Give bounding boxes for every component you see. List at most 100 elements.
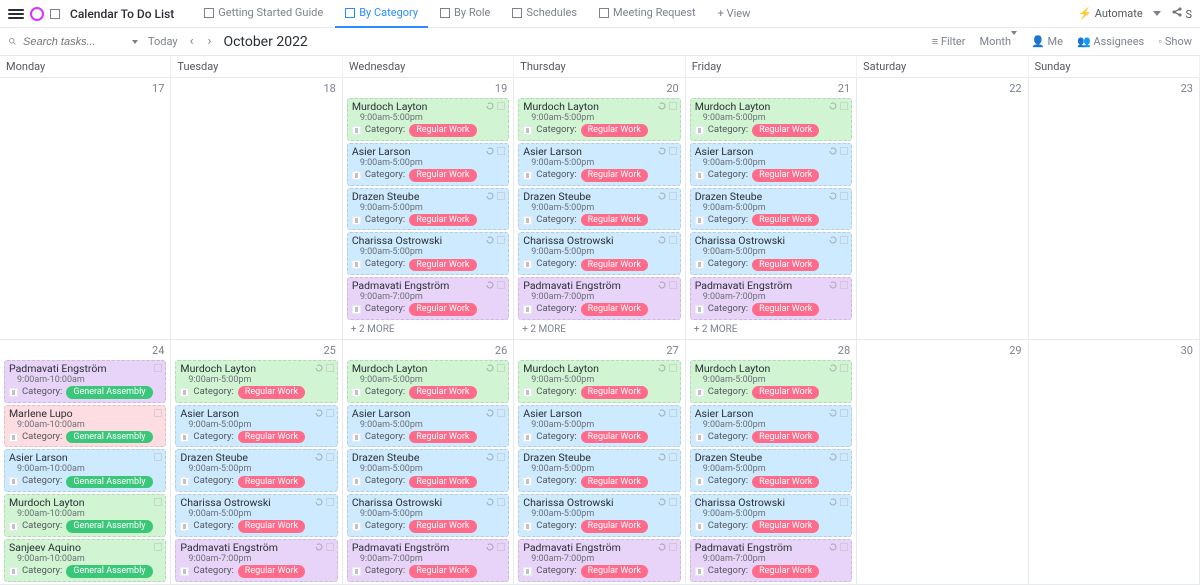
- category-label: Category:: [365, 476, 405, 487]
- calendar-event[interactable]: Padmavati Engström9:00am-7:00pmCategory:…: [347, 539, 509, 582]
- chevron-down-icon[interactable]: [132, 40, 138, 44]
- expand-icon: [154, 409, 162, 417]
- day-cell[interactable]: 17: [0, 78, 171, 340]
- tab-by-category[interactable]: By Category: [335, 0, 428, 28]
- day-cell[interactable]: 29: [857, 340, 1028, 585]
- more-events-button[interactable]: + 2 MORE: [690, 322, 852, 337]
- category-label: Category:: [365, 432, 405, 443]
- expand-icon: [840, 409, 848, 417]
- calendar-event[interactable]: Padmavati Engström9:00am-7:00pmCategory:…: [518, 277, 680, 320]
- calendar-event[interactable]: Padmavati Engström9:00am-7:00pmCategory:…: [518, 539, 680, 582]
- tab-meeting-request[interactable]: Meeting Request: [589, 0, 706, 28]
- day-cell[interactable]: 28 Murdoch Layton9:00am-5:00pmCategory:R…: [686, 340, 857, 585]
- recur-icon: [486, 236, 494, 244]
- event-title: Drazen Steube: [180, 452, 332, 464]
- day-cell[interactable]: 18: [171, 78, 342, 340]
- calendar-event[interactable]: Asier Larson 9:00am-5:00pm Category:Regu…: [347, 143, 509, 186]
- calendar-event[interactable]: Asier Larson9:00am-5:00pmCategory:Regula…: [690, 143, 852, 186]
- calendar-event[interactable]: Drazen Steube9:00am-5:00pmCategory:Regul…: [690, 449, 852, 492]
- event-time: 9:00am-5:00pm: [695, 464, 847, 474]
- day-cell[interactable]: 27 Murdoch Layton9:00am-5:00pmCategory:R…: [514, 340, 685, 585]
- tab-label: Schedules: [526, 6, 577, 19]
- event-time: 9:00am-5:00pm: [523, 203, 675, 213]
- calendar-event[interactable]: Padmavati Engström 9:00am-7:00pm Categor…: [347, 277, 509, 320]
- calendar-event[interactable]: Murdoch Layton9:00am-5:00pmCategory:Regu…: [690, 360, 852, 403]
- day-header: Friday: [686, 56, 857, 78]
- calendar-event[interactable]: Asier Larson9:00am-5:00pmCategory:Regula…: [347, 405, 509, 448]
- day-cell[interactable]: 25 Murdoch Layton9:00am-5:00pmCategory:R…: [171, 340, 342, 585]
- month-select[interactable]: Month: [979, 35, 1017, 48]
- event-time: 9:00am-7:00pm: [352, 292, 504, 302]
- share-button[interactable]: S: [1171, 6, 1192, 21]
- menu-icon[interactable]: [8, 6, 24, 22]
- calendar-event[interactable]: Asier Larson9:00am-5:00pmCategory:Regula…: [175, 405, 337, 448]
- day-cell[interactable]: 20 Murdoch Layton9:00am-5:00pmCategory:R…: [514, 78, 685, 340]
- calendar-event[interactable]: Asier Larson9:00am-5:00pmCategory:Regula…: [518, 143, 680, 186]
- calendar-event[interactable]: Charissa Ostrowski9:00am-5:00pmCategory:…: [690, 232, 852, 275]
- day-cell[interactable]: 22: [857, 78, 1028, 340]
- recur-icon: [486, 453, 494, 461]
- calendar-event[interactable]: Padmavati Engström9:00am-10:00amCategory…: [4, 360, 166, 403]
- add-view-button[interactable]: + View: [708, 7, 761, 20]
- event-time: 9:00am-7:00pm: [695, 554, 847, 564]
- recur-icon: [829, 409, 837, 417]
- calendar-event[interactable]: Charissa Ostrowski9:00am-5:00pmCategory:…: [518, 232, 680, 275]
- category-icon: [352, 260, 361, 269]
- tab-by-role[interactable]: By Role: [430, 0, 500, 28]
- calendar-event[interactable]: Murdoch Layton9:00am-5:00pmCategory:Regu…: [518, 98, 680, 141]
- share-icon: [1171, 6, 1183, 18]
- calendar-event[interactable]: Padmavati Engström9:00am-7:00pmCategory:…: [175, 539, 337, 582]
- search-input[interactable]: [21, 35, 128, 49]
- expand-icon: [669, 498, 677, 506]
- today-button[interactable]: Today: [148, 35, 178, 48]
- day-cell[interactable]: 19 Murdoch Layton 9:00am-5:00pm Category…: [343, 78, 514, 340]
- more-events-button[interactable]: + 2 MORE: [347, 322, 509, 337]
- me-filter[interactable]: 👤 Me: [1031, 35, 1063, 48]
- show-button[interactable]: ◦ Show: [1158, 35, 1192, 48]
- calendar-event[interactable]: Charissa Ostrowski9:00am-5:00pmCategory:…: [347, 494, 509, 537]
- calendar-event[interactable]: Drazen Steube9:00am-5:00pmCategory:Regul…: [175, 449, 337, 492]
- recur-icon: [829, 236, 837, 244]
- calendar-event[interactable]: Marlene Lupo9:00am-10:00amCategory:Gener…: [4, 405, 166, 448]
- calendar-event[interactable]: Murdoch Layton9:00am-5:00pmCategory:Regu…: [690, 98, 852, 141]
- calendar-event[interactable]: Murdoch Layton9:00am-10:00amCategory:Gen…: [4, 494, 166, 537]
- calendar-event[interactable]: Drazen Steube9:00am-5:00pmCategory:Regul…: [347, 449, 509, 492]
- day-cell[interactable]: 26 Murdoch Layton9:00am-5:00pmCategory:R…: [343, 340, 514, 585]
- calendar-event[interactable]: Charissa Ostrowski9:00am-5:00pmCategory:…: [518, 494, 680, 537]
- next-month-button[interactable]: ›: [206, 34, 214, 49]
- calendar-event[interactable]: Padmavati Engström9:00am-7:00pmCategory:…: [690, 539, 852, 582]
- event-title: Murdoch Layton: [9, 497, 161, 509]
- category-label: Category:: [708, 125, 748, 136]
- calendar-event[interactable]: Charissa Ostrowski9:00am-5:00pmCategory:…: [690, 494, 852, 537]
- calendar-event[interactable]: Asier Larson9:00am-10:00amCategory:Gener…: [4, 449, 166, 492]
- tab-schedules[interactable]: Schedules: [502, 0, 587, 28]
- day-cell[interactable]: 21 Murdoch Layton9:00am-5:00pmCategory:R…: [686, 78, 857, 340]
- tab-getting-started[interactable]: Getting Started Guide: [194, 0, 333, 28]
- calendar-event[interactable]: Murdoch Layton 9:00am-5:00pm Category:Re…: [347, 98, 509, 141]
- calendar-event[interactable]: Sanjeev Aquino9:00am-10:00amCategory:Gen…: [4, 539, 166, 582]
- event-time: 9:00am-5:00pm: [352, 420, 504, 430]
- event-title: Murdoch Layton: [695, 101, 847, 113]
- prev-month-button[interactable]: ‹: [188, 34, 196, 49]
- calendar-event[interactable]: Murdoch Layton9:00am-5:00pmCategory:Regu…: [347, 360, 509, 403]
- assignees-filter[interactable]: 👥 Assignees: [1077, 35, 1144, 48]
- calendar-event[interactable]: Drazen Steube9:00am-5:00pmCategory:Regul…: [690, 188, 852, 231]
- day-cell[interactable]: 30: [1029, 340, 1200, 585]
- event-time: 9:00am-5:00pm: [695, 247, 847, 257]
- calendar-event[interactable]: Charissa Ostrowski 9:00am-5:00pm Categor…: [347, 232, 509, 275]
- day-cell[interactable]: 23: [1029, 78, 1200, 340]
- calendar-event[interactable]: Murdoch Layton9:00am-5:00pmCategory:Regu…: [175, 360, 337, 403]
- calendar-event[interactable]: Drazen Steube9:00am-5:00pmCategory:Regul…: [518, 449, 680, 492]
- calendar-event[interactable]: Murdoch Layton9:00am-5:00pmCategory:Regu…: [518, 360, 680, 403]
- calendar-event[interactable]: Asier Larson9:00am-5:00pmCategory:Regula…: [690, 405, 852, 448]
- calendar-event[interactable]: Charissa Ostrowski9:00am-5:00pmCategory:…: [175, 494, 337, 537]
- chevron-down-icon[interactable]: [1153, 11, 1161, 16]
- more-events-button[interactable]: + 2 MORE: [518, 322, 680, 337]
- calendar-event[interactable]: Asier Larson9:00am-5:00pmCategory:Regula…: [518, 405, 680, 448]
- calendar-event[interactable]: Drazen Steube 9:00am-5:00pm Category:Reg…: [347, 188, 509, 231]
- day-cell[interactable]: 24 Padmavati Engström9:00am-10:00amCateg…: [0, 340, 171, 585]
- automate-button[interactable]: ⚡ Automate: [1078, 7, 1142, 20]
- calendar-event[interactable]: Drazen Steube9:00am-5:00pmCategory:Regul…: [518, 188, 680, 231]
- filter-button[interactable]: ≡ Filter: [932, 35, 966, 48]
- calendar-event[interactable]: Padmavati Engström9:00am-7:00pmCategory:…: [690, 277, 852, 320]
